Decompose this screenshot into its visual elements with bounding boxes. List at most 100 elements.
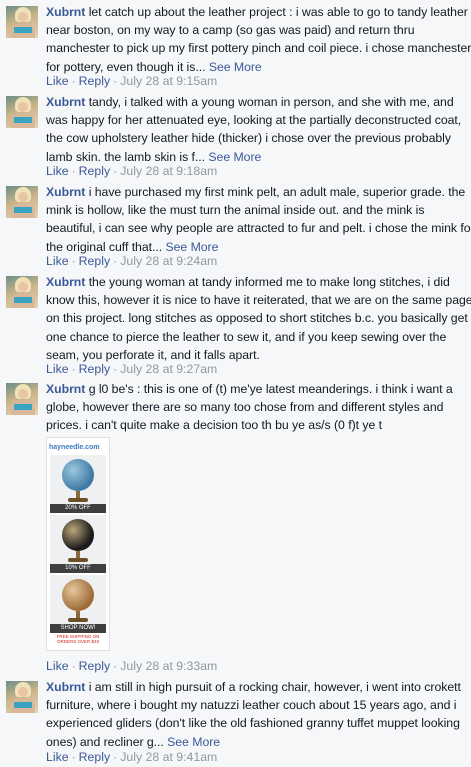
avatar[interactable] [6, 681, 38, 713]
comment-line-text: near boston, on my way to a camp (so gas… [46, 23, 415, 38]
avatar-face [18, 12, 28, 22]
avatar[interactable] [6, 186, 38, 218]
comment-line-text: was happy for her attenuated eye, lookin… [46, 113, 462, 128]
comment-line: beautiful, i can see why people are attr… [46, 219, 471, 237]
reply-link[interactable]: Reply [79, 362, 110, 376]
see-more-link[interactable]: See More [209, 60, 262, 74]
author-link[interactable]: Xubrnt [46, 95, 85, 109]
comment-line-text: the cow upholstery leather hide (thicker… [46, 131, 451, 146]
timestamp[interactable]: July 28 at 9:18am [120, 164, 217, 178]
ad-offer-label: SHOP NOW! [50, 624, 106, 633]
see-more-link[interactable]: See More [208, 150, 261, 164]
ad-offer-label: 10% OFF [50, 564, 106, 573]
globe-base [68, 558, 88, 562]
avatar[interactable] [6, 6, 38, 38]
comment-text: Xubrnt let catch up about the leather pr… [46, 3, 471, 76]
author-link[interactable]: Xubrnt [46, 5, 85, 19]
like-link[interactable]: Like [46, 254, 69, 268]
avatar-face [18, 192, 28, 202]
ad-image[interactable]: hayneedle.com 20% OFF 10% OFF SHOP NOW! FREE… [46, 437, 110, 651]
comment-line-text: know this, however it is nice to have it… [46, 293, 471, 308]
avatar[interactable] [6, 383, 38, 415]
comment-line: prices. i can't quite make a decision to… [46, 416, 469, 434]
reply-link[interactable]: Reply [79, 254, 110, 268]
ad-footer: FREE SHIPPING ON ORDERS OVER $49 [56, 634, 100, 644]
avatar-top [14, 702, 32, 708]
reply-link[interactable]: Reply [79, 164, 110, 178]
comment-line-text: g l0 be's : this is one of (t) me'ye lat… [85, 382, 453, 396]
comment-line-text: beautiful, i can see why people are attr… [46, 221, 471, 236]
separator-dot: · [71, 164, 76, 178]
comment-text: Xubrnt i have purchased my first mink pe… [46, 183, 471, 256]
avatar-top [14, 207, 32, 213]
comment-line: near boston, on my way to a camp (so gas… [46, 21, 469, 39]
avatar[interactable] [6, 96, 38, 128]
avatar-top [14, 117, 32, 123]
separator-dot: · [113, 74, 118, 88]
comment-line-text: one chance to pierce the leather to sew … [46, 329, 447, 344]
author-link[interactable]: Xubrnt [46, 680, 85, 694]
author-link[interactable]: Xubrnt [46, 382, 85, 396]
timestamp[interactable]: July 28 at 9:33am [120, 659, 217, 673]
comment-line-text: i have purchased my first mink pelt, an … [85, 185, 466, 199]
see-more-link[interactable]: See More [167, 735, 220, 749]
comment-line-text: manchester to pick up my first pottery p… [46, 41, 471, 56]
timestamp[interactable]: July 28 at 9:27am [120, 362, 217, 376]
like-link[interactable]: Like [46, 750, 69, 764]
comment-line: the cow upholstery leather hide (thicker… [46, 129, 469, 147]
separator-dot: · [71, 74, 76, 88]
comment-line-text: lamb skin. the lamb skin is f... [46, 149, 209, 164]
ad-globe-tile[interactable]: 10% OFF [50, 515, 106, 573]
comment-line-text: globe, however there are so many too cho… [46, 400, 444, 415]
comment-text: Xubrnt the young woman at tandy informed… [46, 273, 471, 364]
comment-line: manchester to pick up my first pottery p… [46, 39, 471, 57]
comment-line-text: for pottery, even though it is... [46, 59, 209, 74]
like-link[interactable]: Like [46, 659, 69, 673]
separator-dot: · [71, 750, 76, 764]
comment-text: Xubrnt tandy, i talked with a young woma… [46, 93, 469, 166]
avatar-top [14, 404, 32, 410]
comment-actions: Like · Reply · July 28 at 9:24am [46, 253, 217, 269]
timestamp[interactable]: July 28 at 9:41am [120, 750, 217, 764]
comment-actions: Like · Reply · July 28 at 9:41am [46, 749, 217, 765]
author-link[interactable]: Xubrnt [46, 275, 85, 289]
comment-text: Xubrnt g l0 be's : this is one of (t) me… [46, 380, 469, 435]
like-link[interactable]: Like [46, 74, 69, 88]
avatar-face [18, 389, 28, 399]
comment-line: know this, however it is nice to have it… [46, 291, 471, 309]
comment-line-text: i am still in high pursuit of a rocking … [85, 680, 461, 694]
see-more-link[interactable]: See More [165, 240, 218, 254]
avatar-top [14, 297, 32, 303]
ad-offer-label: 20% OFF [50, 504, 106, 513]
reply-link[interactable]: Reply [79, 659, 110, 673]
avatar[interactable] [6, 276, 38, 308]
comment-line-text: seam, you perforate it, and it falls apa… [46, 347, 260, 362]
ad-globe-tile[interactable]: SHOP NOW! [50, 575, 106, 633]
comment-actions: Like · Reply · July 28 at 9:15am [46, 73, 217, 89]
comment-line-text: the young woman at tandy informed me to … [85, 275, 450, 289]
ad-globe-tile[interactable]: 20% OFF [50, 455, 106, 513]
separator-dot: · [113, 659, 118, 673]
comment-actions: Like · Reply · July 28 at 9:27am [46, 361, 217, 377]
avatar-face [18, 687, 28, 697]
globe-base [68, 498, 88, 502]
comment-line: Xubrnt tandy, i talked with a young woma… [46, 93, 469, 111]
globe-icon [62, 459, 94, 491]
timestamp[interactable]: July 28 at 9:24am [120, 254, 217, 268]
like-link[interactable]: Like [46, 164, 69, 178]
globe-base [68, 618, 88, 622]
comment-line: Xubrnt let catch up about the leather pr… [46, 3, 469, 21]
comment-line: Xubrnt g l0 be's : this is one of (t) me… [46, 380, 469, 398]
timestamp[interactable]: July 28 at 9:15am [120, 74, 217, 88]
globe-icon [62, 579, 94, 611]
globe-icon [62, 519, 94, 551]
comment-line: Xubrnt i have purchased my first mink pe… [46, 183, 469, 201]
reply-link[interactable]: Reply [79, 750, 110, 764]
separator-dot: · [71, 659, 76, 673]
author-link[interactable]: Xubrnt [46, 185, 85, 199]
separator-dot: · [113, 164, 118, 178]
like-link[interactable]: Like [46, 362, 69, 376]
reply-link[interactable]: Reply [79, 74, 110, 88]
comment-line-text: on this project. long stitches as oppose… [46, 311, 468, 326]
comment-line: Xubrnt the young woman at tandy informed… [46, 273, 469, 291]
